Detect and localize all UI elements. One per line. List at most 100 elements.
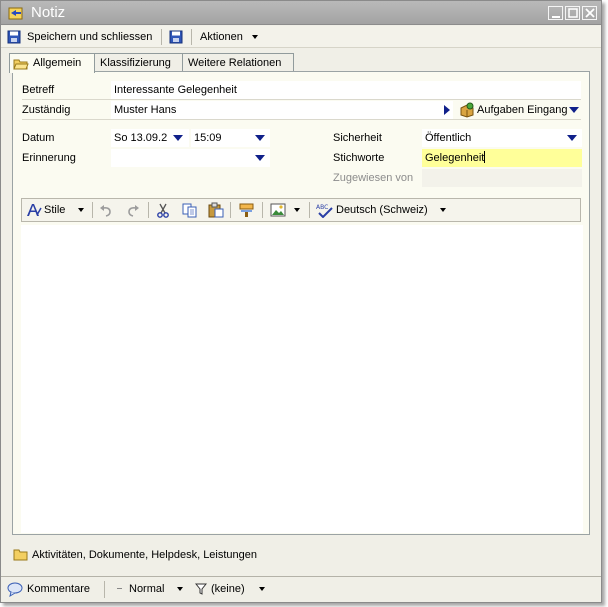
redo-icon[interactable] — [126, 204, 140, 217]
time-value: 15:09 — [194, 132, 222, 144]
tab-allgemein-label: Allgemein — [33, 57, 82, 69]
time-picker[interactable]: 15:09 — [191, 129, 270, 147]
toolbar-separator — [148, 202, 149, 218]
tab-weitere-relationen-label: Weitere Relationen — [188, 57, 282, 69]
language-dropdown[interactable]: ABC Deutsch (Schweiz) — [316, 202, 446, 218]
svg-text:ABC: ABC — [316, 204, 328, 211]
maximize-button[interactable] — [565, 6, 580, 20]
tab-strip: Allgemein Klassifizierung Weitere Relati… — [1, 53, 601, 73]
security-select[interactable]: Öffentlich — [422, 129, 582, 147]
keywords-value: Gelegenheit — [425, 152, 485, 164]
betreff-label: Betreff — [22, 84, 55, 96]
cut-icon[interactable] — [156, 203, 170, 218]
chevron-down-icon — [567, 135, 577, 141]
erinnerung-label: Erinnerung — [22, 152, 76, 164]
inbox-label: Aufgaben Eingang — [477, 104, 568, 116]
filter-label: (keine) — [211, 583, 245, 595]
general-tab-panel: Betreff Interessante Gelegenheit Zuständ… — [12, 71, 590, 535]
folder-icon — [13, 549, 28, 561]
reminder-select[interactable] — [111, 149, 270, 167]
chevron-down-icon — [255, 155, 265, 161]
stichworte-label: Stichworte — [333, 152, 385, 164]
zustaendig-label: Zuständig — [22, 104, 71, 116]
status-bar: Kommentare Normal (keine) — [1, 576, 601, 602]
styles-label: Stile — [44, 204, 66, 216]
title-bar[interactable]: Notiz — [1, 1, 601, 25]
tab-allgemein[interactable]: Allgemein — [9, 53, 95, 73]
folder-open-icon — [13, 59, 29, 70]
styles-dropdown[interactable]: Stile — [26, 202, 88, 218]
save-and-close-label: Speichern und schliessen — [27, 31, 153, 43]
undo-icon[interactable] — [99, 204, 113, 217]
tab-klassifizierung[interactable]: Klassifizierung — [94, 53, 186, 72]
status-separator — [104, 581, 105, 598]
betreff-input[interactable]: Interessante Gelegenheit — [111, 81, 581, 99]
keywords-input[interactable]: Gelegenheit — [422, 149, 582, 167]
toolbar-separator — [92, 202, 93, 218]
datum-label: Datum — [22, 132, 55, 144]
filter-icon — [195, 583, 207, 595]
actions-menu-button[interactable]: Aktionen — [200, 29, 258, 45]
date-picker[interactable]: So 13.09.2 — [111, 129, 189, 147]
assigned-by-field — [422, 169, 582, 187]
priority-dropdown[interactable]: Normal — [115, 581, 187, 597]
related-items-label: Aktivitäten, Dokumente, Helpdesk, Leistu… — [32, 549, 258, 561]
chevron-down-icon — [569, 107, 579, 113]
note-app-icon — [8, 7, 23, 20]
note-window: Notiz Speichern und schliessen Aktionen … — [0, 0, 602, 603]
save-icon — [169, 30, 183, 44]
toolbar-separator — [230, 202, 231, 218]
spellcheck-icon: ABC — [316, 204, 333, 218]
tab-klassifizierung-label: Klassifizierung — [100, 57, 171, 69]
toolbar-separator — [262, 202, 263, 218]
actions-label: Aktionen — [200, 31, 243, 43]
chevron-down-icon — [252, 35, 258, 39]
security-value: Öffentlich — [425, 132, 472, 144]
image-icon — [270, 203, 286, 217]
editor-toolbar: Stile ABC Deutsch (Schweiz) — [21, 198, 581, 222]
insert-image-dropdown[interactable] — [270, 202, 304, 218]
task-inbox-icon — [460, 102, 474, 118]
maximize-icon — [568, 8, 578, 18]
toolbar-separator — [309, 202, 310, 218]
date-value: So 13.09.2 — [114, 132, 168, 144]
text-style-icon — [27, 204, 42, 216]
copy-icon[interactable] — [182, 203, 198, 218]
chevron-down-icon — [255, 135, 265, 141]
window-title: Notiz — [31, 4, 66, 21]
paste-icon[interactable] — [208, 202, 224, 218]
chevron-down-icon — [294, 208, 300, 212]
close-icon — [585, 8, 595, 18]
play-arrow-icon[interactable] — [443, 105, 451, 115]
priority-indicator-icon — [117, 588, 122, 589]
minimize-icon — [552, 16, 560, 18]
tab-weitere-relationen[interactable]: Weitere Relationen — [182, 53, 294, 72]
close-button[interactable] — [582, 6, 597, 20]
chevron-down-icon — [177, 587, 183, 591]
save-button[interactable] — [169, 29, 185, 45]
chevron-down-icon — [78, 208, 84, 212]
inbox-selector[interactable]: Aufgaben Eingang — [457, 101, 581, 119]
note-text-editor[interactable] — [21, 225, 583, 533]
text-cursor — [484, 151, 486, 163]
zustaendig-input[interactable]: Muster Hans — [111, 101, 453, 119]
main-toolbar: Speichern und schliessen Aktionen — [1, 26, 601, 48]
row-divider — [22, 119, 581, 120]
chevron-down-icon — [259, 587, 265, 591]
chevron-down-icon — [173, 135, 183, 141]
toolbar-separator — [191, 29, 192, 45]
save-icon — [7, 30, 21, 44]
language-label: Deutsch (Schweiz) — [336, 204, 428, 216]
comments-button[interactable]: Kommentare — [7, 581, 97, 597]
toolbar-separator — [161, 29, 162, 45]
chevron-down-icon — [440, 208, 446, 212]
comments-label: Kommentare — [27, 583, 90, 595]
sicherheit-label: Sicherheit — [333, 132, 382, 144]
zugewiesen-label: Zugewiesen von — [333, 172, 414, 184]
row-divider — [22, 99, 581, 100]
format-painter-icon[interactable] — [238, 202, 256, 218]
comments-icon — [7, 582, 23, 597]
priority-label: Normal — [129, 583, 165, 595]
minimize-button[interactable] — [548, 6, 563, 20]
filter-dropdown[interactable]: (keine) — [195, 581, 273, 597]
